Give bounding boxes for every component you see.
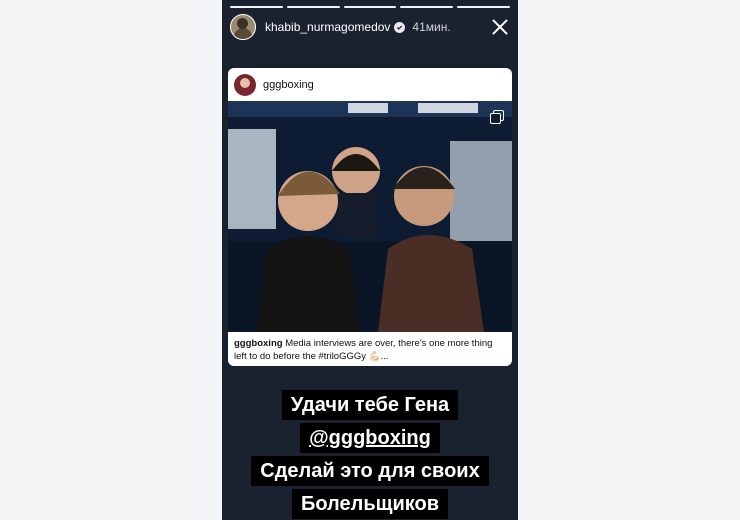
overlay-line: Удачи тебе Гена	[281, 390, 459, 420]
avatar[interactable]	[230, 14, 256, 40]
story-header: khabib_nurmagomedov 41мин.	[230, 14, 510, 40]
story-text-overlay: Удачи тебе Гена @gggboxing Сделай это дл…	[222, 390, 518, 520]
overlay-line: Сделай это для своих	[251, 456, 489, 486]
story-progress-bar	[230, 6, 510, 8]
story-timestamp: 41мин.	[412, 20, 451, 34]
progress-segment	[286, 6, 340, 8]
story-username[interactable]: khabib_nurmagomedov	[265, 20, 390, 34]
shared-post-card[interactable]: gggboxing gggboxing Media interviews are…	[228, 68, 512, 366]
progress-segment	[400, 6, 454, 8]
mention-link[interactable]: @gggboxing	[300, 423, 440, 453]
progress-segment	[230, 6, 283, 8]
progress-segment	[457, 6, 510, 8]
story-viewer: khabib_nurmagomedov 41мин. gggboxing ggg…	[222, 0, 518, 520]
progress-segment	[343, 6, 397, 8]
shared-post-header: gggboxing	[228, 68, 512, 101]
avatar[interactable]	[234, 73, 256, 96]
caption-username[interactable]: gggboxing	[234, 338, 283, 349]
overlay-line: Болельщиков	[291, 489, 449, 519]
shared-post-username[interactable]: gggboxing	[263, 79, 314, 91]
carousel-icon	[490, 110, 504, 124]
post-caption: gggboxing Media interviews are over, the…	[228, 332, 512, 366]
verified-badge-icon	[394, 21, 406, 33]
close-icon[interactable]	[490, 17, 510, 37]
boxers-faceoff-image	[228, 101, 512, 332]
post-photo[interactable]	[228, 101, 512, 332]
